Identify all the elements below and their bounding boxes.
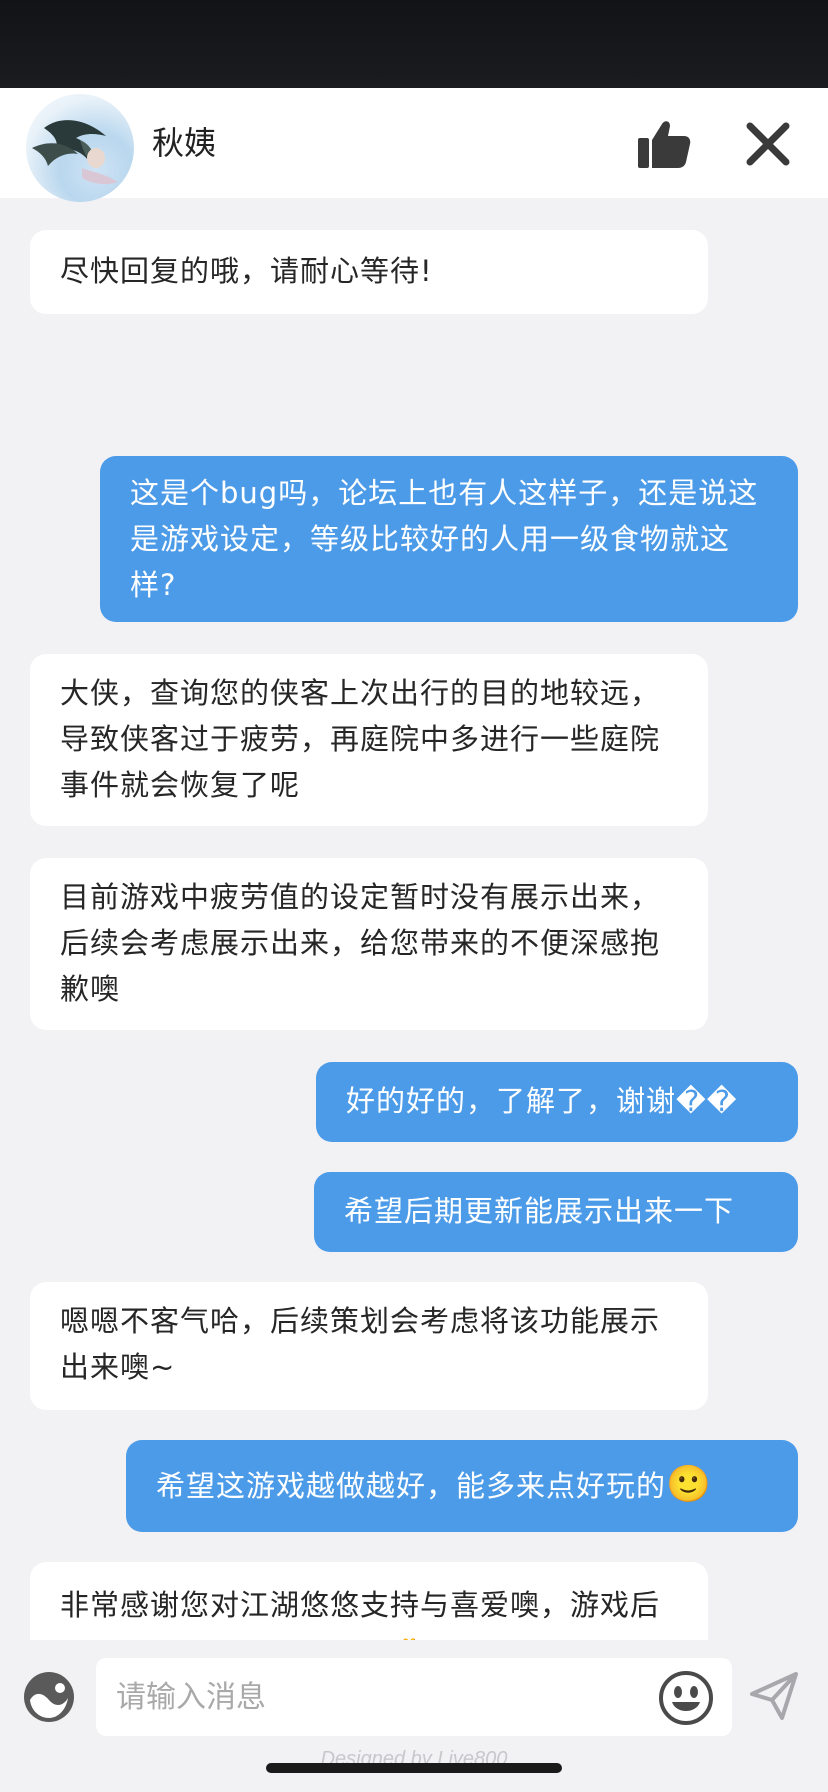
message-input[interactable] bbox=[96, 1658, 732, 1736]
avatar-image bbox=[32, 120, 118, 185]
chat-message-list[interactable]: 尽快回复的哦，请耐心等待! 这是个bug吗，论坛上也有人这样子，还是说这是游戏设… bbox=[0, 176, 828, 1736]
message-bubble-agent: 嗯嗯不客气哈，后续策划会考虑将该功能展示出来噢~ bbox=[30, 1282, 708, 1410]
message-bubble-user: 希望这游戏越做越好，能多来点好玩的🙂 bbox=[126, 1440, 798, 1532]
send-icon[interactable] bbox=[748, 1670, 800, 1722]
message-bubble-user: 这是个bug吗，论坛上也有人这样子，还是说这是游戏设定，等级比较好的人用一级食物… bbox=[100, 456, 798, 622]
app-logo-icon[interactable] bbox=[22, 1670, 76, 1724]
message-bubble-user: 好的好的，了解了，谢谢�� bbox=[316, 1062, 798, 1142]
customer-service-sheet: 客服 尽快回复的哦，请耐心等待! 这是个bug吗，论坛上也有人这样子，还是说这是… bbox=[0, 88, 828, 1792]
message-bubble-agent: 大侠，查询您的侠客上次出行的目的地较远，导致侠客过于疲劳，再庭院中多进行一些庭院… bbox=[30, 654, 708, 826]
emoji-icon[interactable] bbox=[658, 1670, 714, 1726]
message-bubble-agent: 目前游戏中疲劳值的设定暂时没有展示出来，后续会考虑展示出来，给您带来的不便深感抱… bbox=[30, 858, 708, 1030]
agent-info-bar: 秋姨 bbox=[0, 88, 828, 202]
message-bubble-user: 希望后期更新能展示出来一下 bbox=[314, 1172, 798, 1252]
home-indicator[interactable] bbox=[266, 1763, 562, 1773]
background-overlay bbox=[0, 0, 828, 100]
end-chat-icon[interactable] bbox=[744, 120, 792, 168]
smile-emoji-icon: 🙂 bbox=[666, 1464, 712, 1505]
message-text: 希望这游戏越做越好，能多来点好玩的 bbox=[156, 1469, 667, 1503]
agent-name: 秋姨 bbox=[152, 124, 217, 162]
thumbs-up-icon[interactable] bbox=[636, 118, 692, 170]
avatar bbox=[26, 94, 134, 202]
message-bubble-agent: 尽快回复的哦，请耐心等待! bbox=[30, 230, 708, 314]
